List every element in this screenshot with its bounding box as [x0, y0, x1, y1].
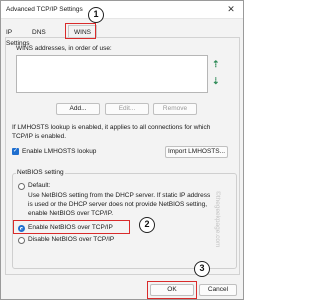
step-badge-1: 1: [88, 7, 104, 23]
enable-lmhosts-checkbox[interactable]: ✓: [12, 148, 19, 155]
import-lmhosts-button[interactable]: Import LMHOSTS...: [165, 146, 228, 158]
netbios-default-label: Default:: [28, 182, 51, 189]
wins-list-label: WINS addresses, in order of use:: [16, 45, 112, 52]
title-bar: Advanced TCP/IP Settings ✕: [1, 1, 243, 19]
add-button[interactable]: Add...: [56, 103, 100, 115]
highlight-box-netbios: [13, 220, 130, 234]
netbios-default-radio[interactable]: [18, 183, 25, 190]
arrow-down-icon[interactable]: ⇣: [212, 76, 220, 87]
arrow-up-icon[interactable]: ⇡: [212, 59, 220, 70]
lmhosts-info-line2: TCP/IP is enabled.: [12, 133, 67, 140]
highlight-box-wins: [65, 23, 96, 39]
netbios-default-desc-2: is used or the DHCP server does not prov…: [28, 201, 208, 208]
checkmark-icon: ✓: [12, 148, 19, 154]
netbios-default-desc-3: enable NetBIOS over TCP/IP.: [28, 210, 114, 217]
lmhosts-info-line1: If LMHOSTS lookup is enabled, it applies…: [12, 124, 211, 131]
highlight-box-ok: [147, 281, 197, 299]
netbios-default-desc-1: Use NetBIOS setting from the DHCP server…: [28, 192, 211, 199]
edit-button[interactable]: Edit...: [105, 103, 149, 115]
watermark: ©thegeekpage.com: [214, 191, 221, 248]
enable-lmhosts-label: Enable LMHOSTS lookup: [22, 148, 97, 155]
close-icon[interactable]: ✕: [225, 3, 237, 15]
window-title: Advanced TCP/IP Settings: [6, 6, 83, 13]
step-badge-3: 3: [194, 261, 210, 277]
cancel-button[interactable]: Cancel: [199, 284, 237, 296]
step-badge-2: 2: [139, 217, 155, 233]
netbios-group-label: NetBIOS setting: [16, 169, 65, 176]
netbios-disable-label: Disable NetBIOS over TCP/IP: [28, 236, 115, 243]
advanced-tcpip-window: Advanced TCP/IP Settings ✕ IP Settings D…: [0, 0, 244, 300]
netbios-disable-radio[interactable]: [18, 237, 25, 244]
remove-button[interactable]: Remove: [153, 103, 197, 115]
wins-address-list[interactable]: [16, 55, 208, 93]
